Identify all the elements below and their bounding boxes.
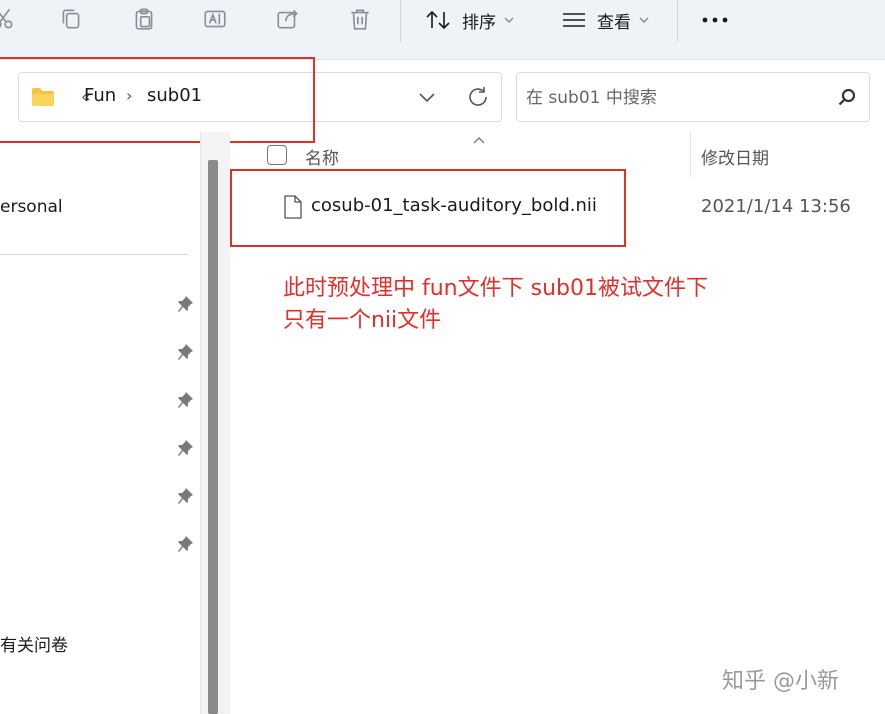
pin-icon[interactable]	[176, 535, 194, 553]
search-icon[interactable]	[837, 87, 857, 111]
nav-item-survey[interactable]: 有关问卷	[0, 631, 68, 656]
breadcrumb-sub01[interactable]: sub01	[147, 85, 202, 106]
file-name[interactable]: cosub-01_task-auditory_bold.nii	[311, 195, 597, 216]
rename-icon[interactable]	[202, 6, 228, 32]
search-box[interactable]	[516, 72, 870, 122]
file-icon	[283, 195, 303, 223]
view-button[interactable]: 查看	[561, 6, 649, 34]
paste-icon[interactable]	[131, 6, 157, 32]
pin-icon[interactable]	[176, 295, 194, 313]
pin-icon[interactable]	[176, 439, 194, 457]
annotation-note: 此时预处理中 fun文件下 sub01被试文件下 只有一个nii文件	[283, 273, 708, 337]
nav-scrollbar[interactable]	[200, 132, 230, 714]
file-date-modified: 2021/1/14 13:56	[701, 196, 851, 217]
command-bar: 排序 查看	[0, 0, 885, 60]
address-history-chevron-icon[interactable]	[417, 87, 437, 111]
search-input[interactable]	[526, 85, 826, 111]
chevron-down-icon	[504, 17, 514, 23]
toolbar-separator	[400, 0, 401, 42]
column-header-date-modified[interactable]: 修改日期	[701, 144, 769, 169]
watermark: 知乎 @小新	[722, 669, 839, 694]
pin-icon[interactable]	[176, 391, 194, 409]
column-header-name[interactable]: 名称	[305, 144, 339, 169]
nav-divider	[0, 254, 188, 255]
sort-button[interactable]: 排序	[424, 6, 514, 34]
more-options-button[interactable]	[700, 6, 730, 34]
toolbar-separator	[677, 0, 678, 42]
folder-icon	[31, 87, 55, 111]
delete-icon[interactable]	[347, 6, 373, 32]
annotation-line-2: 只有一个nii文件	[283, 308, 442, 333]
share-icon[interactable]	[275, 6, 301, 32]
more-icon	[702, 17, 728, 23]
view-label: 查看	[597, 12, 631, 33]
refresh-icon[interactable]	[466, 85, 490, 113]
column-divider[interactable]	[690, 133, 691, 177]
sort-label: 排序	[462, 12, 496, 33]
nav-scrollbar-thumb[interactable]	[208, 160, 218, 714]
select-all-checkbox[interactable]	[267, 145, 287, 165]
pin-icon[interactable]	[176, 343, 194, 361]
cut-icon[interactable]	[0, 6, 16, 32]
breadcrumb-separator-icon: ›	[126, 86, 133, 105]
view-icon	[563, 13, 585, 27]
sort-icon	[426, 10, 450, 30]
annotation-line-1: 此时预处理中 fun文件下 sub01被试文件下	[283, 276, 708, 301]
address-bar[interactable]: « Fun › sub01	[18, 72, 502, 122]
sort-ascending-icon	[472, 130, 486, 149]
nav-item-personal[interactable]: ersonal	[0, 197, 63, 217]
pin-icon[interactable]	[176, 487, 194, 505]
copy-icon[interactable]	[58, 6, 84, 32]
breadcrumb-fun[interactable]: Fun	[84, 85, 116, 106]
chevron-down-icon	[639, 17, 649, 23]
